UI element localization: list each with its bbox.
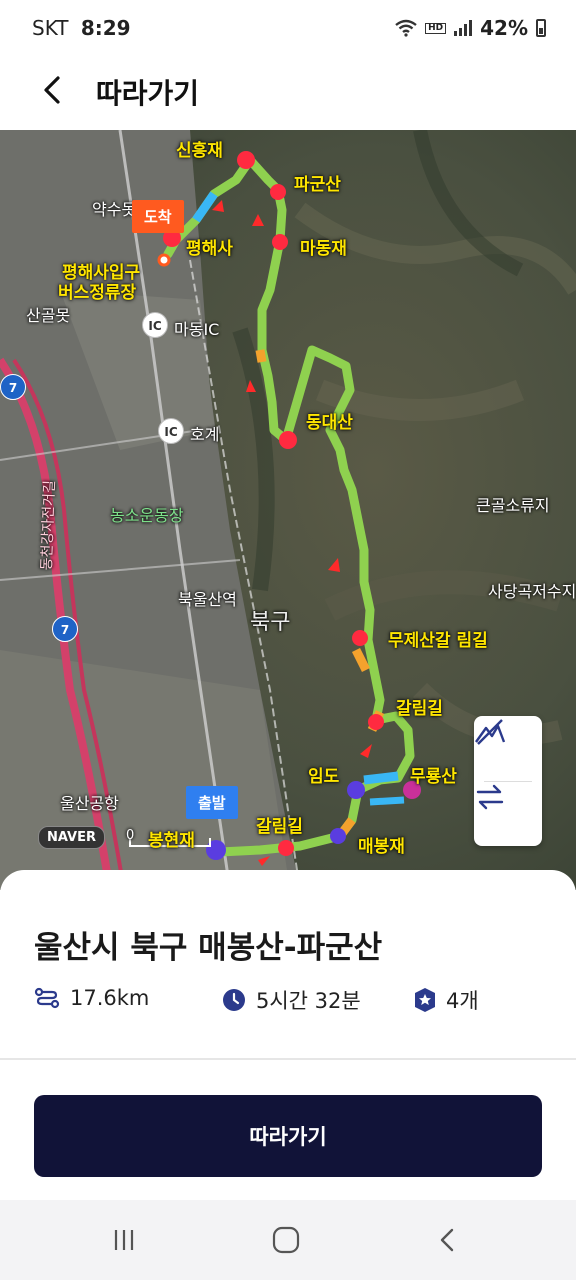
waypoint-label-imdo: 임도 [308,767,340,787]
home-button[interactable] [266,1222,306,1258]
ic-badge-madong: IC [142,312,168,338]
back-arrow-icon [44,76,60,104]
waypoint-count-stat: 4개 [414,985,479,1015]
waypoint-label-bus-stop: 버스정류장 [58,283,137,303]
start-marker-tag[interactable]: 출발 [186,786,238,819]
map-label-ulsan-airport: 울산공항 [60,794,119,813]
map-label-madong-ic: 마동IC [174,320,220,339]
map-label-bukgu: 북구 [250,610,291,635]
distance-value: 17.6km [70,986,150,1010]
naver-logo: NAVER [38,826,106,849]
carrier-label: SKT [32,16,69,40]
route-info-sheet: 울산시 북구 매봉산-파군산 17.6km 5시간 32분 4개 따라가기 [0,870,576,1200]
waypoint-label-pyeonghaesa: 평해사 [186,239,233,259]
map-label-sangolmot: 산골못 [26,306,71,325]
map-label-yaksu: 약수못 [92,200,137,219]
map-controls [474,716,542,846]
route-shield-lower: 7 [52,616,78,642]
app-header: 따라가기 [0,60,576,130]
battery-percent: 42% [480,16,528,40]
route-name: 울산시 북구 매봉산-파군산 [34,930,383,966]
reverse-route-button[interactable] [474,781,542,846]
clock: 8:29 [80,16,131,40]
recent-apps-button[interactable] [104,1222,144,1258]
back-button[interactable] [34,70,74,110]
status-left: SKT 8:29 [32,16,131,40]
map-label-sadang: 사당곡저수지 [488,582,576,601]
battery-icon [536,19,546,37]
map-label-hogye: 호계 [190,425,220,444]
waypoint-label-madongjae: 마동재 [300,239,347,259]
scale-zero: 0 [126,828,135,843]
system-back-icon [440,1228,454,1252]
follow-button[interactable]: 따라가기 [34,1095,542,1177]
map-label-nongso: 농소운동장 [110,506,184,525]
waypoint-label-pagunsan: 파군산 [294,175,341,195]
home-icon [272,1226,300,1254]
waypoint-label-sinheungjae: 신흥재 [176,141,223,161]
page-title: 따라가기 [96,77,200,110]
wifi-icon [395,19,417,37]
hd-voice-icon: HD [425,22,447,34]
system-back-button[interactable] [428,1222,468,1258]
status-bar: SKT 8:29 HD 42% [0,0,576,60]
waypoint-count-value: 4개 [446,989,479,1013]
route-stats: 17.6km 5시간 32분 4개 [34,985,554,1019]
route-shield-upper: 7 [0,374,26,400]
end-marker-tag[interactable]: 도착 [132,200,184,233]
sheet-divider [0,1058,576,1060]
waypoint-label-mujesan-galrim: 무제산갈 림길 [388,631,488,651]
map-label-keungol: 큰골소류지 [476,496,550,515]
duration-stat: 5시간 32분 [222,985,361,1015]
elevation-toggle-button[interactable] [474,716,542,781]
recent-apps-icon [114,1230,134,1250]
clock-icon [223,989,245,1011]
waypoint-label-dongdaesan: 동대산 [306,413,353,433]
map-label-expressway: 동천강자전거길 [38,479,59,571]
system-nav-bar [0,1200,576,1280]
swap-arrows-icon [476,784,504,810]
signal-icon [454,20,473,36]
waypoint-label-galrimgil-2: 갈림길 [256,817,303,837]
elevation-icon [475,719,506,745]
ic-badge-hogye: IC [158,418,184,444]
waypoint-label-muryongsan: 무룡산 [410,767,457,787]
route-distance-icon [34,987,60,1009]
distance-stat: 17.6km [34,985,149,1011]
waypoint-label-galrimgil-1: 갈림길 [396,699,443,719]
waypoint-label-bonghyeonjae: 봉현재 [148,831,195,851]
waypoint-label-maebongjae: 매봉재 [358,837,405,857]
map-label-bukulsan: 북울산역 [178,590,237,609]
status-right: HD 42% [395,16,546,40]
duration-value: 5시간 32분 [256,989,361,1013]
route-map[interactable]: 약수못 산골못 IC 마동IC IC 호계 농소운동장 북울산역 북구 울산공항… [0,130,576,890]
star-shield-icon [415,988,435,1012]
